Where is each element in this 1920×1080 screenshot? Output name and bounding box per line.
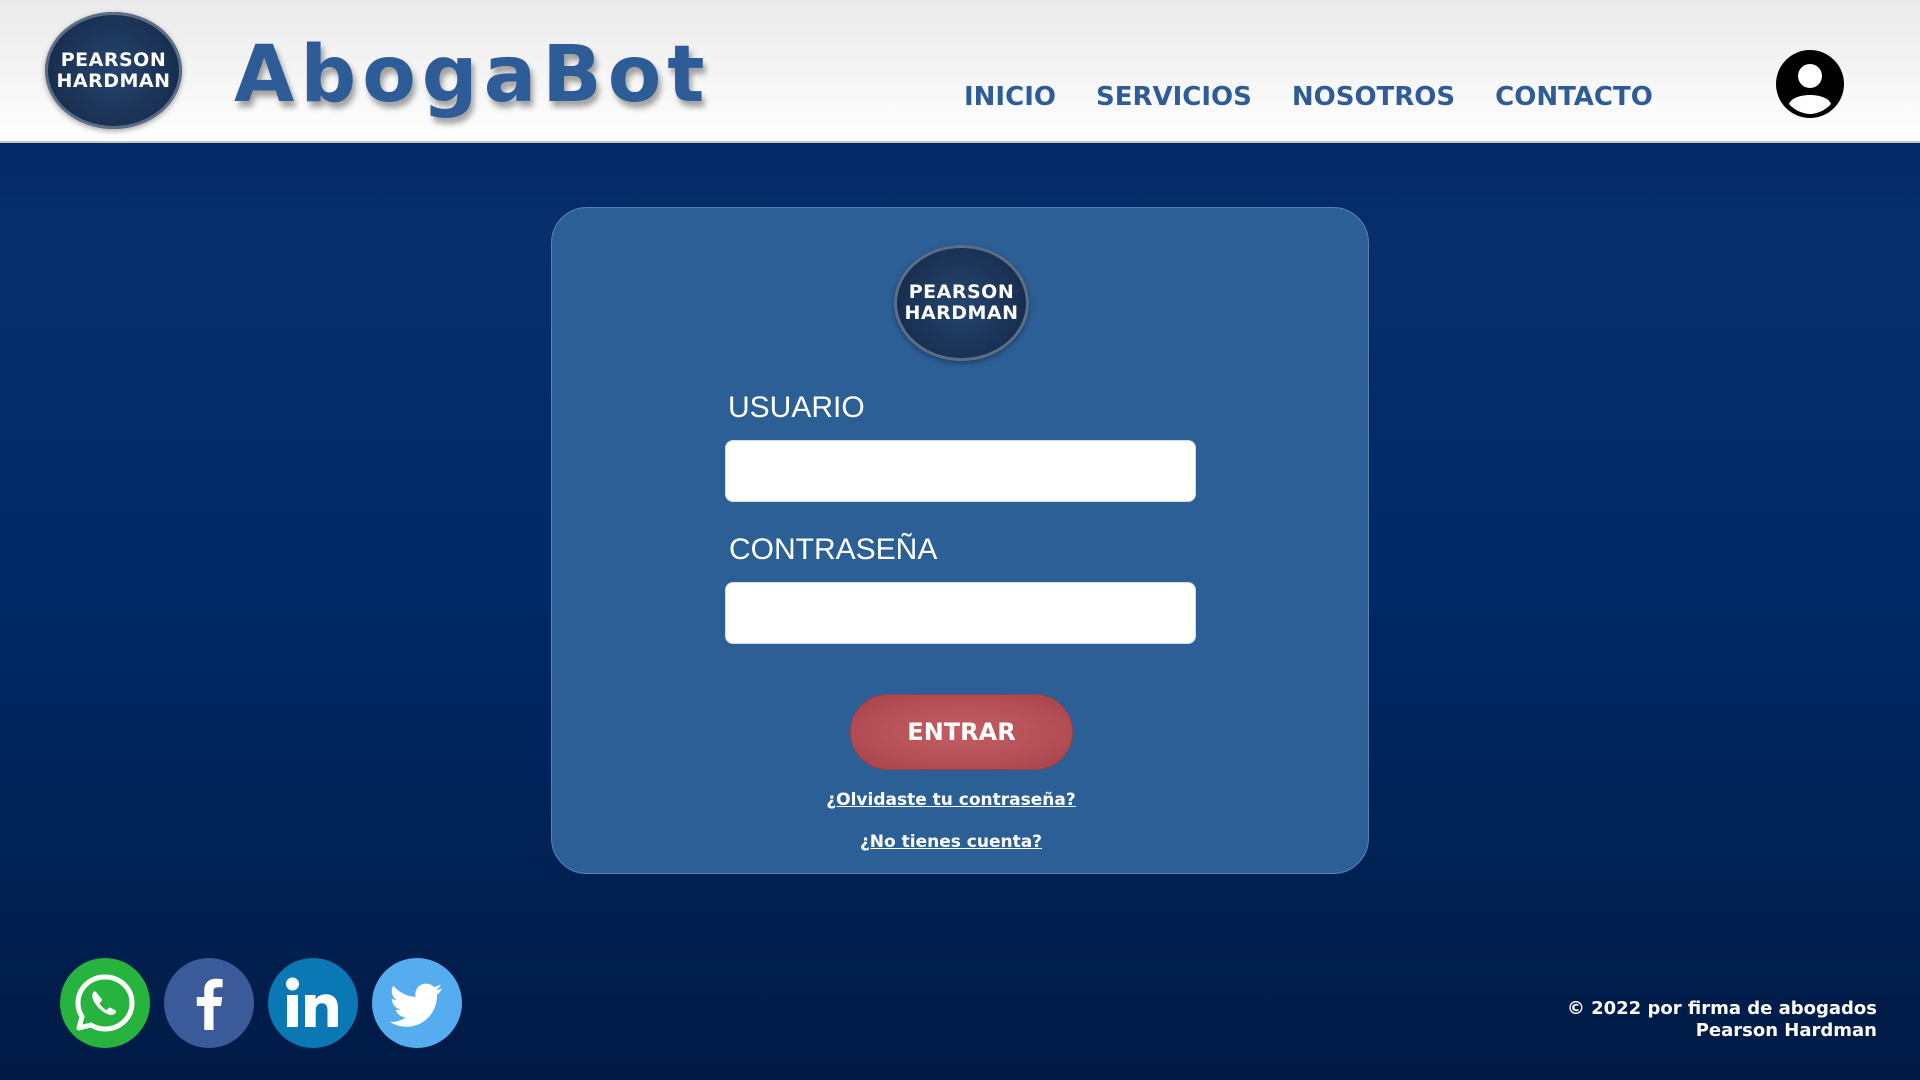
nav-item-inicio[interactable]: INICIO	[964, 82, 1056, 112]
password-label: CONTRASEÑA	[729, 533, 938, 566]
login-card: PEARSON HARDMAN USUARIO CONTRASEÑA ENTRA…	[551, 207, 1369, 874]
signup-link[interactable]: ¿No tienes cuenta?	[552, 832, 1350, 852]
brand-title: AbogaBot	[234, 30, 711, 120]
social-links	[60, 958, 462, 1048]
copyright-line1: © 2022 por firma de abogados	[1566, 998, 1877, 1019]
card-logo-line1: PEARSON	[908, 281, 1015, 304]
header-logo[interactable]: PEARSON HARDMAN	[45, 12, 182, 129]
copyright-line2: Pearson Hardman	[1695, 1020, 1877, 1041]
card-logo: PEARSON HARDMAN	[894, 245, 1029, 361]
forgot-password-link[interactable]: ¿Olvidaste tu contraseña?	[552, 790, 1350, 810]
whatsapp-icon[interactable]	[60, 958, 150, 1048]
header-logo-line2: HARDMAN	[56, 69, 171, 92]
copyright: © 2022 por firma de abogados Pearson Har…	[1567, 998, 1877, 1042]
facebook-icon[interactable]	[164, 958, 254, 1048]
twitter-icon[interactable]	[372, 958, 462, 1048]
nav-item-contacto[interactable]: CONTACTO	[1495, 82, 1653, 112]
linkedin-icon[interactable]	[268, 958, 358, 1048]
username-input[interactable]	[725, 440, 1196, 502]
user-circle-icon[interactable]	[1775, 49, 1845, 119]
login-page: PEARSON HARDMAN AbogaBot INICIO SERVICIO…	[0, 0, 1920, 1080]
top-header: PEARSON HARDMAN AbogaBot INICIO SERVICIO…	[0, 0, 1920, 143]
nav-item-nosotros[interactable]: NOSOTROS	[1292, 82, 1455, 112]
nav-item-servicios[interactable]: SERVICIOS	[1096, 82, 1252, 112]
header-logo-line1: PEARSON	[60, 48, 167, 71]
username-label: USUARIO	[728, 391, 865, 424]
card-logo-line2: HARDMAN	[904, 302, 1019, 324]
main-nav: INICIO SERVICIOS NOSOTROS CONTACTO	[964, 82, 1653, 112]
submit-button[interactable]: ENTRAR	[850, 694, 1073, 770]
password-input[interactable]	[725, 582, 1196, 644]
